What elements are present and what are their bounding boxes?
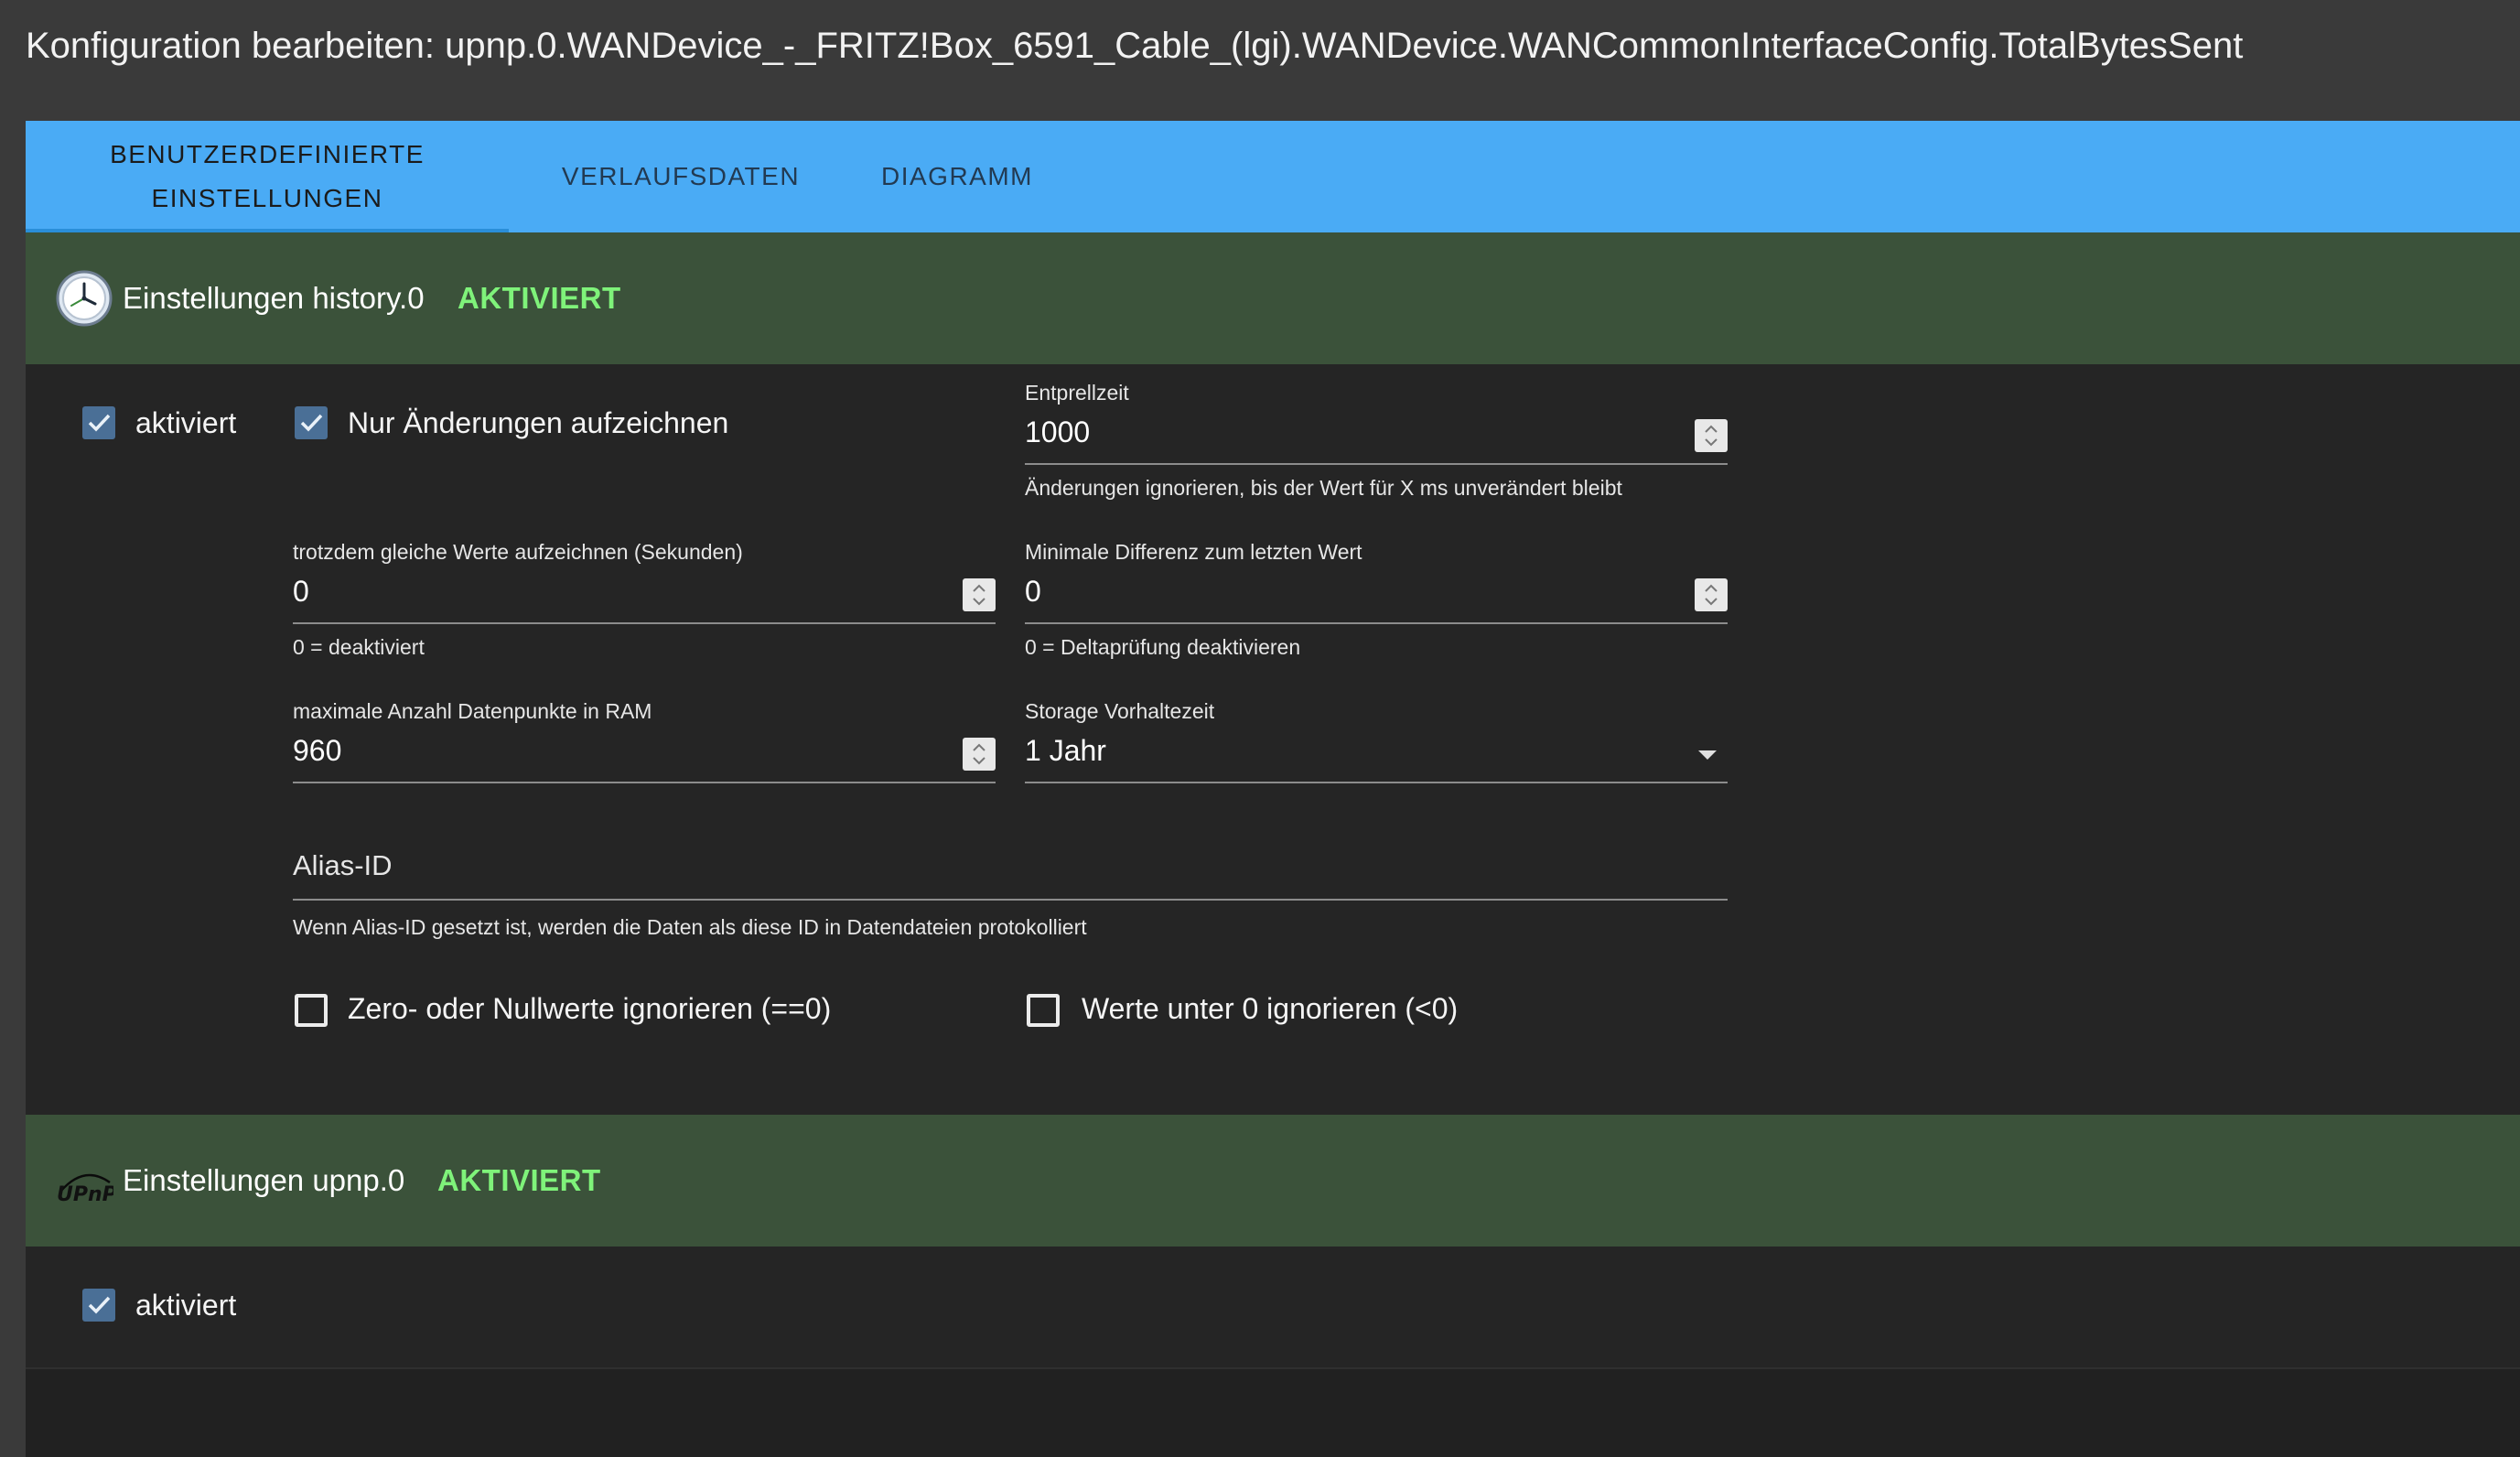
checkmark-icon	[88, 1296, 111, 1314]
ignore-below-zero-label: Werte unter 0 ignorieren (<0)	[1082, 992, 1459, 1025]
max-points-label: maximale Anzahl Datenpunkte in RAM	[293, 699, 652, 723]
checkmark-icon	[88, 414, 111, 432]
tab-bar: BENUTZERDEFINIERTE EINSTELLUNGEN VERLAUF…	[26, 121, 2520, 232]
tab-custom-settings-line2: EINSTELLUNGEN	[151, 184, 383, 212]
alias-input[interactable]	[293, 842, 1728, 901]
debounce-input[interactable]: 1000	[1025, 410, 1728, 465]
retention-value: 1 Jahr	[1025, 734, 1106, 767]
tab-chart[interactable]: DIAGRAMM	[845, 121, 1069, 232]
tab-history-data-label: VERLAUFSDATEN	[561, 162, 801, 190]
log-same-values-helper: 0 = deaktiviert	[293, 635, 425, 659]
checkmark-icon	[300, 414, 323, 432]
log-same-values-input[interactable]: 0	[293, 569, 996, 624]
log-same-values-spinner[interactable]	[963, 578, 996, 611]
only-changes-checkbox[interactable]	[295, 406, 328, 439]
upnp-section-title: Einstellungen upnp.0	[123, 1163, 405, 1197]
alias-helper: Wenn Alias-ID gesetzt ist, werden die Da…	[293, 915, 1087, 939]
debounce-label: Entprellzeit	[1025, 381, 1129, 405]
spinner-arrows-icon	[973, 584, 985, 606]
min-difference-helper: 0 = Deltaprüfung deaktivieren	[1025, 635, 1301, 659]
clock-icon	[56, 270, 113, 327]
spinner-arrows-icon	[1705, 584, 1718, 606]
log-same-values-value: 0	[293, 575, 309, 608]
history-section-title: Einstellungen history.0	[123, 281, 425, 315]
retention-select[interactable]: 1 Jahr	[1025, 728, 1728, 783]
log-same-values-label: trotzdem gleiche Werte aufzeichnen (Seku…	[293, 540, 743, 564]
min-difference-spinner[interactable]	[1695, 578, 1728, 611]
only-changes-label: Nur Änderungen aufzeichnen	[348, 406, 729, 439]
dropdown-arrow-icon	[1698, 750, 1717, 760]
tab-chart-label: DIAGRAMM	[881, 162, 1033, 190]
spinner-arrows-icon	[973, 743, 985, 765]
upnp-status-badge: AKTIVIERT	[437, 1163, 601, 1197]
max-points-input[interactable]: 960	[293, 728, 996, 783]
min-difference-label: Minimale Differenz zum letzten Wert	[1025, 540, 1362, 564]
retention-label: Storage Vorhaltezeit	[1025, 699, 1215, 723]
dialog-title: Konfiguration bearbeiten: upnp.0.WANDevi…	[26, 26, 2244, 66]
dialog-content: BENUTZERDEFINIERTE EINSTELLUNGEN VERLAUF…	[26, 121, 2520, 1457]
upnp-section-body: aktiviert	[26, 1247, 2520, 1369]
history-section-body: aktiviert Nur Änderungen aufzeichnen Ent…	[26, 364, 2520, 1206]
debounce-value: 1000	[1025, 416, 1091, 448]
debounce-helper: Änderungen ignorieren, bis der Wert für …	[1025, 476, 1622, 500]
max-points-spinner[interactable]	[963, 738, 996, 771]
max-points-value: 960	[293, 734, 342, 767]
upnp-enabled-label: aktiviert	[135, 1289, 237, 1322]
tab-custom-settings[interactable]: BENUTZERDEFINIERTE EINSTELLUNGEN	[26, 121, 509, 232]
min-difference-value: 0	[1025, 575, 1041, 608]
min-difference-input[interactable]: 0	[1025, 569, 1728, 624]
spinner-arrows-icon	[1705, 425, 1718, 447]
ignore-below-zero-checkbox[interactable]	[1027, 994, 1060, 1027]
debounce-spinner[interactable]	[1695, 419, 1728, 452]
upnp-logo-text: UPnP	[57, 1183, 113, 1206]
upnp-logo: UPnP	[57, 1173, 113, 1206]
history-status-badge: AKTIVIERT	[458, 281, 621, 315]
history-section-header[interactable]: Einstellungen history.0 AKTIVIERT	[26, 232, 2520, 364]
upnp-enabled-checkbox[interactable]	[82, 1289, 115, 1322]
tab-history-data[interactable]: VERLAUFSDATEN	[538, 121, 824, 232]
ignore-zero-label: Zero- oder Nullwerte ignorieren (==0)	[348, 992, 832, 1025]
history-enabled-label: aktiviert	[135, 406, 237, 439]
ignore-zero-checkbox[interactable]	[295, 994, 328, 1027]
history-enabled-checkbox[interactable]	[82, 406, 115, 439]
upnp-section-header[interactable]: UPnP Einstellungen upnp.0 AKTIVIERT	[26, 1115, 2520, 1247]
tab-custom-settings-line1: BENUTZERDEFINIERTE	[110, 140, 425, 168]
